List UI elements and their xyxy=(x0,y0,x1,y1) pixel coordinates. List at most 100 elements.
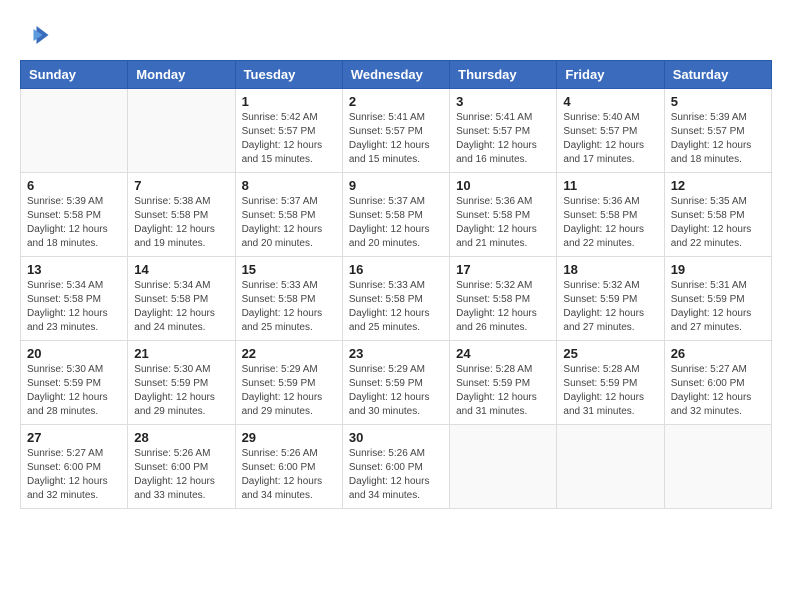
day-number: 27 xyxy=(27,430,121,445)
day-info: Sunrise: 5:30 AMSunset: 5:59 PMDaylight:… xyxy=(134,363,228,419)
day-info: Sunrise: 5:28 AMSunset: 5:59 PMDaylight:… xyxy=(456,363,550,419)
calendar-cell: 16 Sunrise: 5:33 AMSunset: 5:58 PMDayligh… xyxy=(342,257,449,341)
calendar-cell: 8 Sunrise: 5:37 AMSunset: 5:58 PMDaylight… xyxy=(235,173,342,257)
calendar-cell: 19 Sunrise: 5:31 AMSunset: 5:59 PMDayligh… xyxy=(664,257,771,341)
day-info: Sunrise: 5:32 AMSunset: 5:58 PMDaylight:… xyxy=(456,279,550,335)
calendar-cell: 12 Sunrise: 5:35 AMSunset: 5:58 PMDayligh… xyxy=(664,173,771,257)
calendar-table: SundayMondayTuesdayWednesdayThursdayFrid… xyxy=(20,60,772,509)
weekday-header-thursday: Thursday xyxy=(450,61,557,89)
calendar-cell: 15 Sunrise: 5:33 AMSunset: 5:58 PMDayligh… xyxy=(235,257,342,341)
day-number: 3 xyxy=(456,94,550,109)
day-number: 18 xyxy=(563,262,657,277)
day-info: Sunrise: 5:39 AMSunset: 5:58 PMDaylight:… xyxy=(27,195,121,251)
day-info: Sunrise: 5:41 AMSunset: 5:57 PMDaylight:… xyxy=(349,111,443,167)
calendar-cell: 23Sunrise: 5:29 AMSunset: 5:59 PMDayligh… xyxy=(342,341,449,425)
calendar-week-1: 1 Sunrise: 5:42 AMSunset: 5:57 PMDaylight… xyxy=(21,89,772,173)
day-number: 6 xyxy=(27,178,121,193)
logo xyxy=(20,20,54,50)
day-info: Sunrise: 5:42 AMSunset: 5:57 PMDaylight:… xyxy=(242,111,336,167)
day-info: Sunrise: 5:26 AMSunset: 6:00 PMDaylight:… xyxy=(134,447,228,503)
day-number: 16 xyxy=(349,262,443,277)
day-number: 14 xyxy=(134,262,228,277)
day-number: 1 xyxy=(242,94,336,109)
day-info: Sunrise: 5:40 AMSunset: 5:57 PMDaylight:… xyxy=(563,111,657,167)
calendar-cell: 10 Sunrise: 5:36 AMSunset: 5:58 PMDayligh… xyxy=(450,173,557,257)
day-info: Sunrise: 5:30 AMSunset: 5:59 PMDaylight:… xyxy=(27,363,121,419)
calendar-week-4: 20 Sunrise: 5:30 AMSunset: 5:59 PMDayligh… xyxy=(21,341,772,425)
calendar-week-3: 13Sunrise: 5:34 AMSunset: 5:58 PMDayligh… xyxy=(21,257,772,341)
day-number: 20 xyxy=(27,346,121,361)
weekday-header-tuesday: Tuesday xyxy=(235,61,342,89)
page-header xyxy=(20,20,772,50)
calendar-cell: 21 Sunrise: 5:30 AMSunset: 5:59 PMDayligh… xyxy=(128,341,235,425)
day-number: 10 xyxy=(456,178,550,193)
calendar-cell: 1 Sunrise: 5:42 AMSunset: 5:57 PMDaylight… xyxy=(235,89,342,173)
day-number: 15 xyxy=(242,262,336,277)
weekday-header-friday: Friday xyxy=(557,61,664,89)
day-number: 22 xyxy=(242,346,336,361)
day-number: 7 xyxy=(134,178,228,193)
logo-icon xyxy=(20,20,50,50)
day-info: Sunrise: 5:37 AMSunset: 5:58 PMDaylight:… xyxy=(349,195,443,251)
calendar-cell: 26 Sunrise: 5:27 AMSunset: 6:00 PMDayligh… xyxy=(664,341,771,425)
day-number: 21 xyxy=(134,346,228,361)
calendar-cell xyxy=(21,89,128,173)
calendar-cell: 14 Sunrise: 5:34 AMSunset: 5:58 PMDayligh… xyxy=(128,257,235,341)
day-info: Sunrise: 5:36 AMSunset: 5:58 PMDaylight:… xyxy=(563,195,657,251)
calendar-cell: 5 Sunrise: 5:39 AMSunset: 5:57 PMDaylight… xyxy=(664,89,771,173)
day-info: Sunrise: 5:28 AMSunset: 5:59 PMDaylight:… xyxy=(563,363,657,419)
day-info: Sunrise: 5:41 AMSunset: 5:57 PMDaylight:… xyxy=(456,111,550,167)
calendar-cell: 22 Sunrise: 5:29 AMSunset: 5:59 PMDayligh… xyxy=(235,341,342,425)
weekday-header-monday: Monday xyxy=(128,61,235,89)
day-info: Sunrise: 5:35 AMSunset: 5:58 PMDaylight:… xyxy=(671,195,765,251)
calendar-cell: 27Sunrise: 5:27 AMSunset: 6:00 PMDayligh… xyxy=(21,425,128,509)
day-info: Sunrise: 5:37 AMSunset: 5:58 PMDaylight:… xyxy=(242,195,336,251)
calendar-cell: 20 Sunrise: 5:30 AMSunset: 5:59 PMDayligh… xyxy=(21,341,128,425)
calendar-week-5: 27Sunrise: 5:27 AMSunset: 6:00 PMDayligh… xyxy=(21,425,772,509)
calendar-cell: 13Sunrise: 5:34 AMSunset: 5:58 PMDayligh… xyxy=(21,257,128,341)
calendar-week-2: 6 Sunrise: 5:39 AMSunset: 5:58 PMDaylight… xyxy=(21,173,772,257)
day-number: 28 xyxy=(134,430,228,445)
day-number: 30 xyxy=(349,430,443,445)
day-number: 8 xyxy=(242,178,336,193)
weekday-header-wednesday: Wednesday xyxy=(342,61,449,89)
calendar-cell xyxy=(128,89,235,173)
calendar-cell: 2 Sunrise: 5:41 AMSunset: 5:57 PMDaylight… xyxy=(342,89,449,173)
calendar-cell: 3 Sunrise: 5:41 AMSunset: 5:57 PMDaylight… xyxy=(450,89,557,173)
calendar-cell: 17Sunrise: 5:32 AMSunset: 5:58 PMDayligh… xyxy=(450,257,557,341)
day-info: Sunrise: 5:26 AMSunset: 6:00 PMDaylight:… xyxy=(349,447,443,503)
day-info: Sunrise: 5:29 AMSunset: 5:59 PMDaylight:… xyxy=(242,363,336,419)
day-number: 2 xyxy=(349,94,443,109)
day-number: 23 xyxy=(349,346,443,361)
calendar-cell xyxy=(557,425,664,509)
day-info: Sunrise: 5:33 AMSunset: 5:58 PMDaylight:… xyxy=(349,279,443,335)
day-number: 29 xyxy=(242,430,336,445)
day-info: Sunrise: 5:39 AMSunset: 5:57 PMDaylight:… xyxy=(671,111,765,167)
day-number: 5 xyxy=(671,94,765,109)
weekday-header-sunday: Sunday xyxy=(21,61,128,89)
day-info: Sunrise: 5:32 AMSunset: 5:59 PMDaylight:… xyxy=(563,279,657,335)
day-number: 26 xyxy=(671,346,765,361)
day-number: 9 xyxy=(349,178,443,193)
calendar-cell: 30 Sunrise: 5:26 AMSunset: 6:00 PMDayligh… xyxy=(342,425,449,509)
day-number: 12 xyxy=(671,178,765,193)
day-info: Sunrise: 5:27 AMSunset: 6:00 PMDaylight:… xyxy=(671,363,765,419)
day-number: 24 xyxy=(456,346,550,361)
calendar-cell: 24 Sunrise: 5:28 AMSunset: 5:59 PMDayligh… xyxy=(450,341,557,425)
day-info: Sunrise: 5:34 AMSunset: 5:58 PMDaylight:… xyxy=(27,279,121,335)
day-info: Sunrise: 5:34 AMSunset: 5:58 PMDaylight:… xyxy=(134,279,228,335)
calendar-cell: 29Sunrise: 5:26 AMSunset: 6:00 PMDayligh… xyxy=(235,425,342,509)
weekday-header-row: SundayMondayTuesdayWednesdayThursdayFrid… xyxy=(21,61,772,89)
day-info: Sunrise: 5:38 AMSunset: 5:58 PMDaylight:… xyxy=(134,195,228,251)
day-number: 25 xyxy=(563,346,657,361)
day-info: Sunrise: 5:31 AMSunset: 5:59 PMDaylight:… xyxy=(671,279,765,335)
calendar-cell: 28 Sunrise: 5:26 AMSunset: 6:00 PMDayligh… xyxy=(128,425,235,509)
calendar-cell: 7 Sunrise: 5:38 AMSunset: 5:58 PMDaylight… xyxy=(128,173,235,257)
day-info: Sunrise: 5:36 AMSunset: 5:58 PMDaylight:… xyxy=(456,195,550,251)
calendar-cell: 25 Sunrise: 5:28 AMSunset: 5:59 PMDayligh… xyxy=(557,341,664,425)
calendar-cell xyxy=(664,425,771,509)
day-number: 11 xyxy=(563,178,657,193)
calendar-cell: 9 Sunrise: 5:37 AMSunset: 5:58 PMDaylight… xyxy=(342,173,449,257)
day-info: Sunrise: 5:33 AMSunset: 5:58 PMDaylight:… xyxy=(242,279,336,335)
day-number: 19 xyxy=(671,262,765,277)
